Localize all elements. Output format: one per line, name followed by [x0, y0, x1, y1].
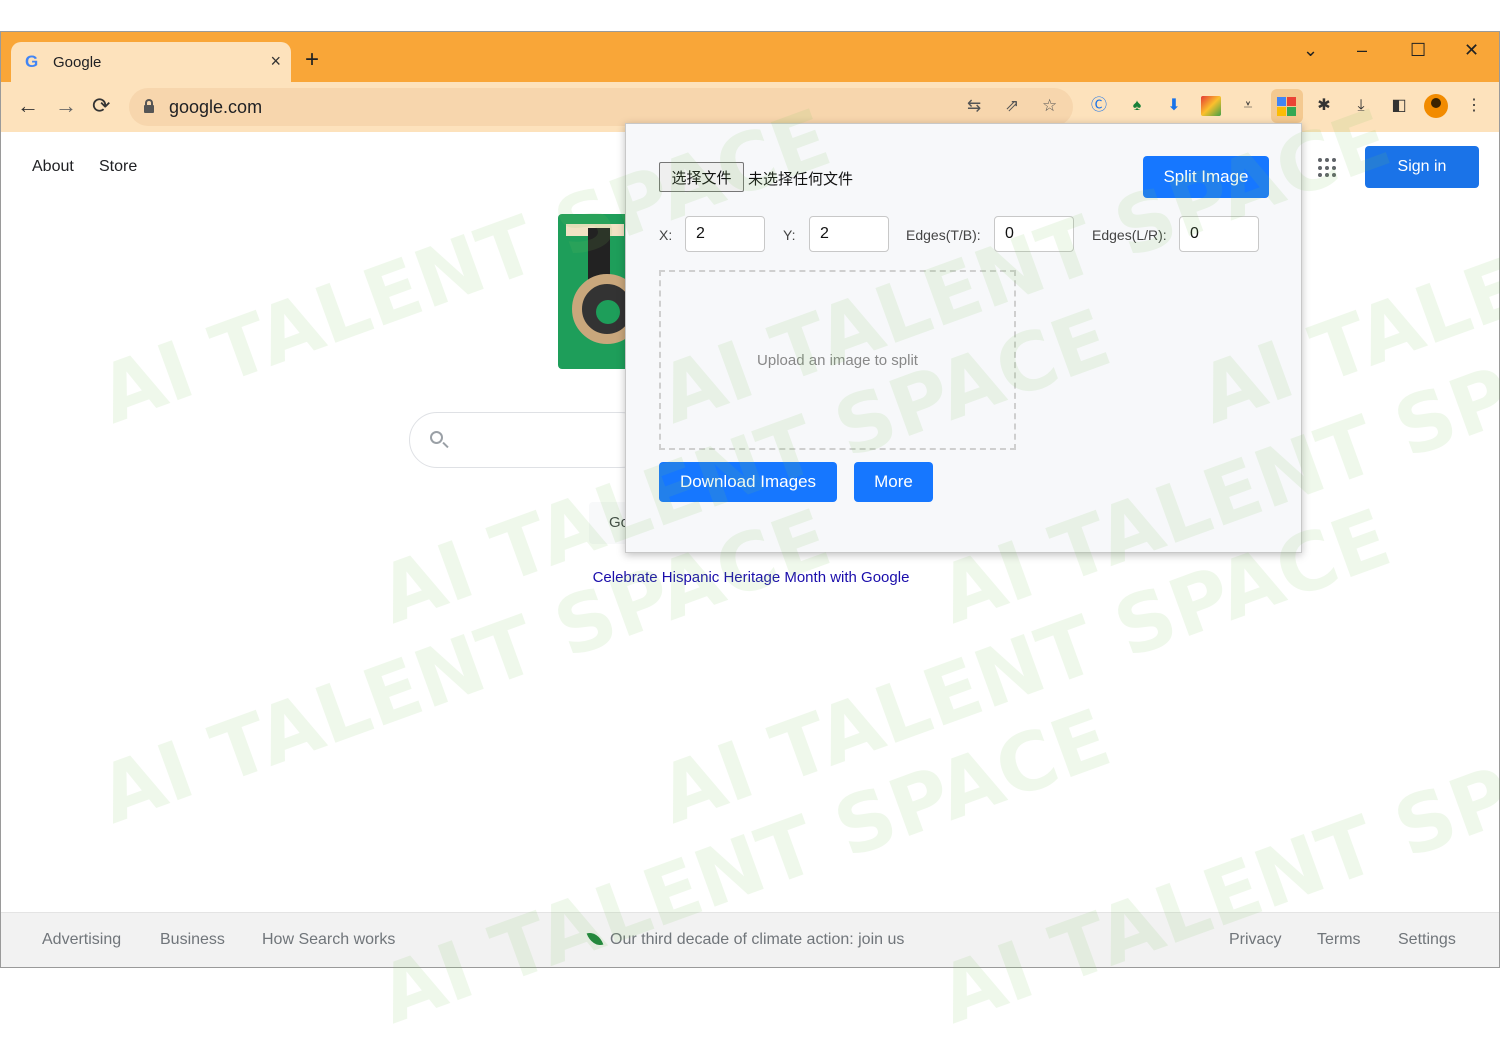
edges-lr-label: Edges(L/R): [1092, 227, 1167, 243]
bookmark-star-icon[interactable]: ☆ [1042, 96, 1057, 116]
new-tab-button[interactable]: + [305, 48, 319, 72]
footer-business-link[interactable]: Business [160, 931, 225, 949]
extension-color-grid-icon[interactable] [1201, 96, 1221, 116]
celebrate-link: Celebrate Hispanic Heritage Month with G… [1, 569, 1499, 586]
title-bar: G Google × + ⌄ – ☐ ✕ [1, 32, 1499, 82]
sign-in-button[interactable]: Sign in [1365, 146, 1479, 188]
image-splitter-extension-button[interactable] [1271, 89, 1303, 123]
reload-button[interactable]: ⟳ [92, 94, 110, 118]
side-panel-icon[interactable]: ◧ [1389, 96, 1409, 116]
forward-button[interactable]: → [55, 94, 77, 118]
search-input[interactable] [409, 412, 649, 468]
download-images-button[interactable]: Download Images [659, 462, 837, 502]
translate-icon[interactable]: ⇆ [967, 96, 981, 116]
footer-settings-link[interactable]: Settings [1398, 931, 1456, 949]
edges-lr-input[interactable] [1179, 216, 1259, 252]
extension-filter-icon[interactable]: ⩡ [1238, 96, 1258, 116]
choose-file-button[interactable]: 选择文件 [659, 162, 744, 192]
image-splitter-popup: 选择文件 未选择任何文件 Split Image X: Y: Edges(T/B… [625, 123, 1302, 553]
lock-icon[interactable] [144, 99, 154, 113]
profile-avatar[interactable] [1424, 94, 1448, 118]
footer-advertising-link[interactable]: Advertising [42, 931, 121, 949]
extension-c-icon[interactable]: Ⓒ [1089, 96, 1109, 116]
extension-download-arrow-icon[interactable]: ⬇ [1164, 96, 1184, 116]
footer-climate-link[interactable]: Our third decade of climate action: join… [610, 931, 904, 949]
search-icon [430, 431, 443, 444]
maximize-button[interactable]: ☐ [1410, 40, 1426, 60]
google-favicon-icon: G [25, 52, 39, 71]
close-window-button[interactable]: ✕ [1464, 40, 1479, 60]
extension-leaf-icon[interactable]: ♠ [1127, 96, 1147, 116]
x-split-input[interactable] [685, 216, 765, 252]
tab-search-dropdown-icon[interactable]: ⌄ [1303, 40, 1318, 60]
downloads-icon[interactable]: ⤓ [1351, 96, 1371, 116]
minimize-button[interactable]: – [1357, 40, 1367, 60]
address-bar[interactable]: google.com ⇆ ⇗ ☆ [129, 88, 1073, 126]
footer-terms-link[interactable]: Terms [1317, 931, 1361, 949]
tab-title: Google [53, 54, 102, 71]
url-text[interactable]: google.com [169, 97, 262, 118]
leaf-icon [586, 929, 604, 949]
more-button[interactable]: More [854, 462, 933, 502]
footer-how-search-works-link[interactable]: How Search works [262, 931, 395, 949]
tab-close-icon[interactable]: × [270, 50, 281, 72]
edges-tb-input[interactable] [994, 216, 1074, 252]
celebrate-link-text[interactable]: Celebrate Hispanic Heritage Month with G… [593, 569, 910, 586]
tab-google[interactable]: G Google × [11, 42, 291, 82]
y-label: Y: [783, 227, 796, 243]
file-status-text: 未选择任何文件 [748, 170, 854, 188]
footer: Advertising Business How Search works Ou… [1, 912, 1499, 967]
x-label: X: [659, 227, 673, 243]
extensions-puzzle-icon[interactable]: ✱ [1314, 96, 1334, 116]
y-split-input[interactable] [809, 216, 889, 252]
menu-kebab-icon[interactable]: ⋮ [1464, 96, 1484, 116]
about-link[interactable]: About [32, 158, 74, 176]
screen: G Google × + ⌄ – ☐ ✕ ← → ⟳ google.com ⇆ … [0, 0, 1500, 1042]
google-apps-icon[interactable] [1318, 158, 1338, 178]
store-link[interactable]: Store [99, 158, 137, 176]
share-icon[interactable]: ⇗ [1005, 96, 1019, 116]
image-dropzone[interactable]: Upload an image to split [659, 270, 1016, 450]
back-button[interactable]: ← [17, 94, 39, 118]
dropzone-text: Upload an image to split [757, 352, 918, 369]
footer-privacy-link[interactable]: Privacy [1229, 931, 1281, 949]
split-image-button[interactable]: Split Image [1143, 156, 1269, 198]
edges-tb-label: Edges(T/B): [906, 227, 981, 243]
